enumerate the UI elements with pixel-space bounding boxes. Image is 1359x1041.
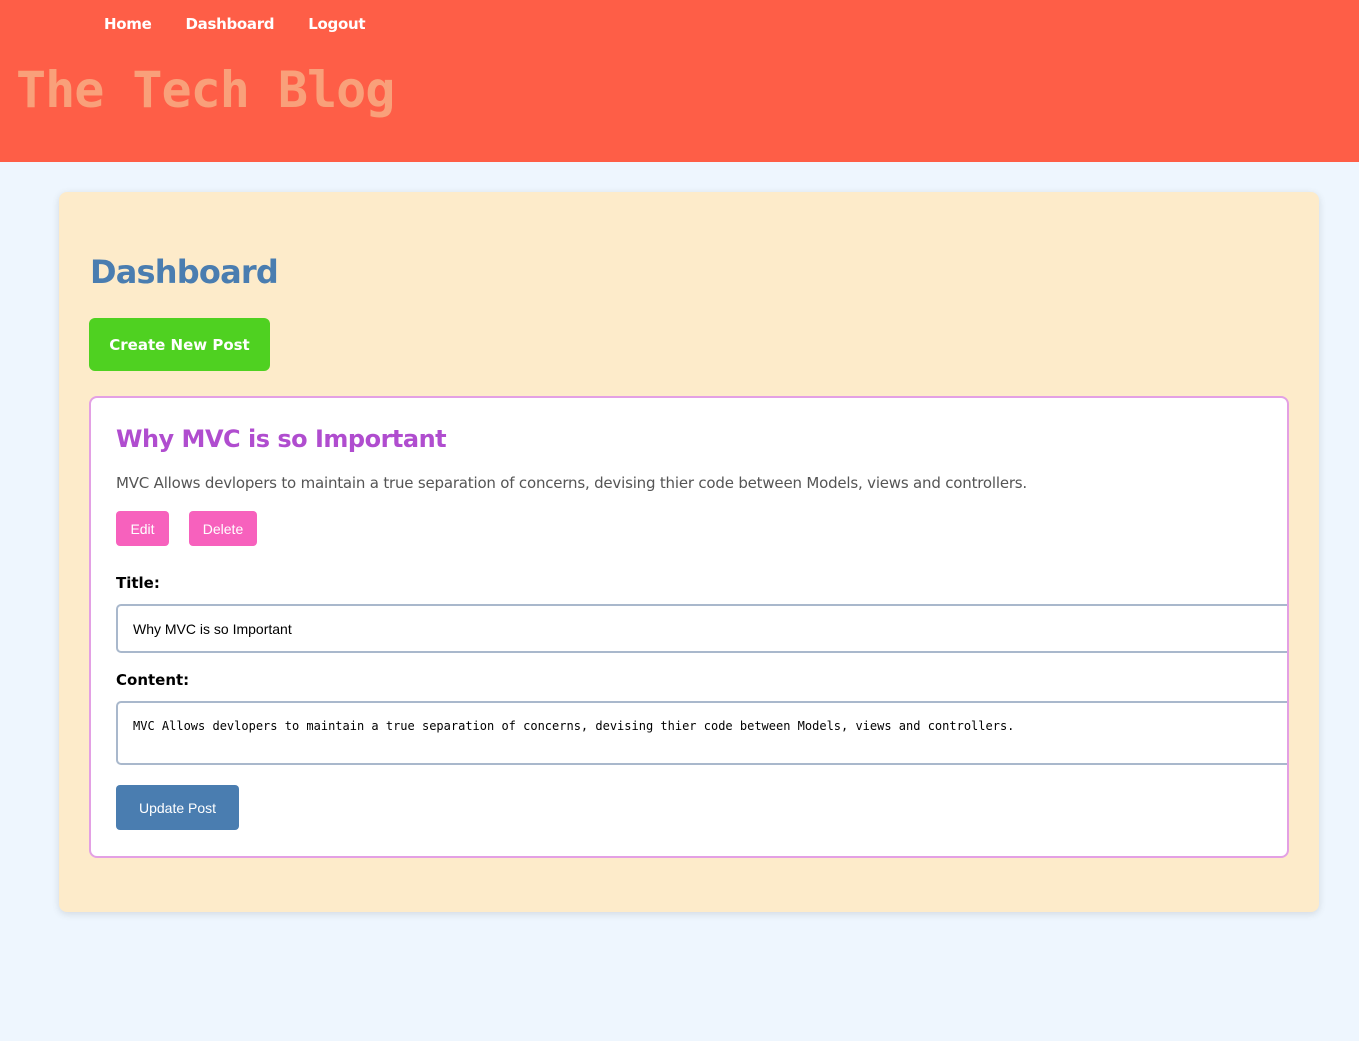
page-title: Dashboard [90, 253, 279, 291]
dashboard-card: Dashboard Create New Post Why MVC is so … [59, 192, 1319, 912]
update-post-button[interactable]: Update Post [116, 785, 239, 830]
nav-logout-link[interactable]: Logout [308, 13, 365, 35]
title-label: Title: [116, 574, 160, 592]
post-title: Why MVC is so Important [116, 425, 447, 453]
nav-dashboard-link[interactable]: Dashboard [185, 13, 274, 35]
post-card: Why MVC is so Important MVC Allows devlo… [89, 396, 1289, 858]
site-header: Home Dashboard Logout The Tech Blog [0, 0, 1359, 162]
create-post-button[interactable]: Create New Post [89, 318, 270, 371]
content-label: Content: [116, 671, 190, 689]
title-input[interactable] [116, 604, 1287, 653]
site-title: The Tech Blog [16, 61, 395, 119]
nav-home-link[interactable]: Home [104, 13, 152, 35]
post-content: MVC Allows devlopers to maintain a true … [116, 474, 1027, 492]
main-nav: Home Dashboard Logout [104, 13, 399, 35]
edit-button[interactable]: Edit [116, 511, 169, 546]
content-textarea[interactable]: MVC Allows devlopers to maintain a true … [116, 701, 1287, 765]
delete-button[interactable]: Delete [189, 511, 257, 546]
